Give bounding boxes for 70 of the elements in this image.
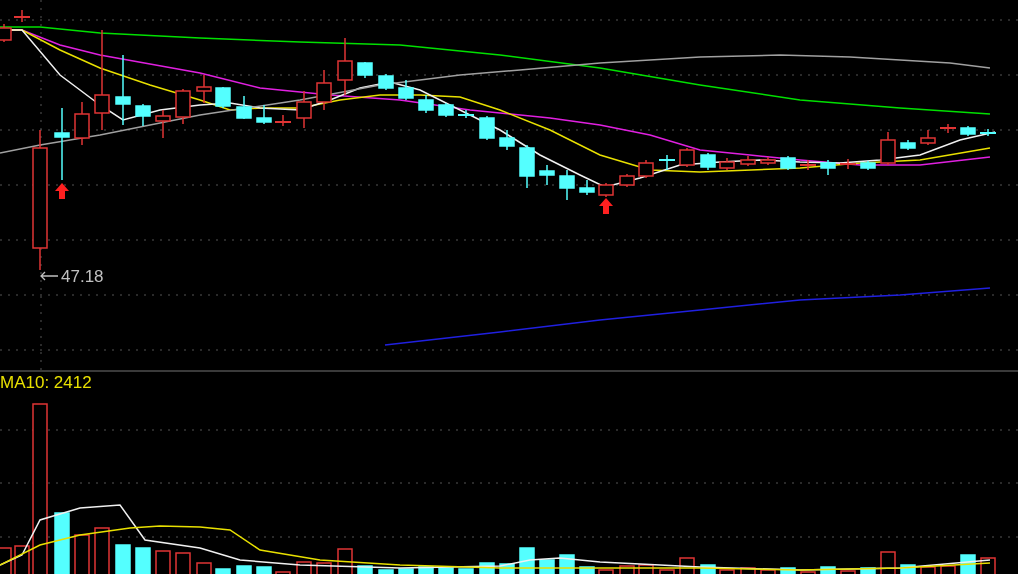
volume-bar [256, 566, 272, 574]
volume-bar [54, 512, 70, 574]
candlestick [860, 160, 876, 171]
volume-bar [438, 567, 454, 574]
candlestick [719, 157, 735, 171]
candlestick [598, 182, 614, 198]
volume-bar [900, 564, 916, 574]
candlestick [960, 125, 976, 137]
volume-bar [236, 565, 252, 574]
candlestick [316, 69, 332, 111]
candlestick [499, 129, 515, 151]
candlestick [700, 152, 716, 171]
candlestick [457, 109, 475, 119]
candlestick [658, 154, 676, 171]
candlestick [519, 144, 535, 189]
candlestick [839, 158, 857, 170]
candlestick [175, 88, 191, 125]
candlestick [820, 159, 836, 176]
candlestick [236, 95, 252, 120]
candlestick [799, 159, 817, 171]
volume-bar [398, 568, 414, 574]
volume-bar [780, 567, 796, 574]
candlestick [135, 103, 151, 127]
candlestick [256, 104, 272, 125]
up-arrow-icon [599, 198, 613, 214]
candlestick [740, 155, 756, 167]
candlestick [215, 86, 231, 109]
candlestick [378, 73, 394, 91]
candlestick [979, 128, 997, 137]
candlestick [274, 114, 292, 127]
candlestick [155, 109, 171, 139]
candlestick [939, 123, 957, 134]
candlestick [880, 131, 896, 166]
volume-bar [115, 544, 131, 574]
leader-arrow-icon [40, 271, 59, 281]
candlestick [115, 54, 131, 126]
candlestick [780, 155, 796, 171]
volume-bar [378, 569, 394, 574]
candlestick [920, 129, 936, 146]
volume-bar [357, 565, 373, 574]
volume-bar [215, 568, 231, 574]
candlestick [296, 90, 312, 129]
candlestick [337, 37, 353, 96]
volume-bar [458, 568, 474, 574]
candlestick [638, 159, 654, 179]
candlestick [619, 173, 635, 188]
price-label: 47.18 [61, 267, 104, 286]
candlestick [438, 102, 454, 118]
volume-ma-label: MA10: 2412 [0, 373, 92, 393]
candlestick [418, 94, 434, 114]
up-arrow-icon [55, 183, 69, 199]
candlestick [479, 115, 495, 141]
volume-bar [860, 567, 876, 574]
candlestick [196, 74, 212, 104]
candlestick [74, 101, 90, 146]
volume-bar [579, 566, 595, 574]
candlestick [357, 61, 373, 79]
volume-bar [479, 562, 495, 574]
volume-bar [820, 566, 836, 574]
volume-bar [418, 566, 434, 574]
candlestick [398, 79, 414, 101]
volume-bar [499, 563, 515, 574]
candlestick [579, 179, 595, 196]
candlestick [679, 147, 695, 168]
candlestick [760, 156, 776, 166]
volume-bar [135, 547, 151, 574]
volume-bar [700, 564, 716, 574]
candlestick [900, 139, 916, 151]
candlestick [559, 169, 575, 201]
candlestick [539, 164, 555, 186]
